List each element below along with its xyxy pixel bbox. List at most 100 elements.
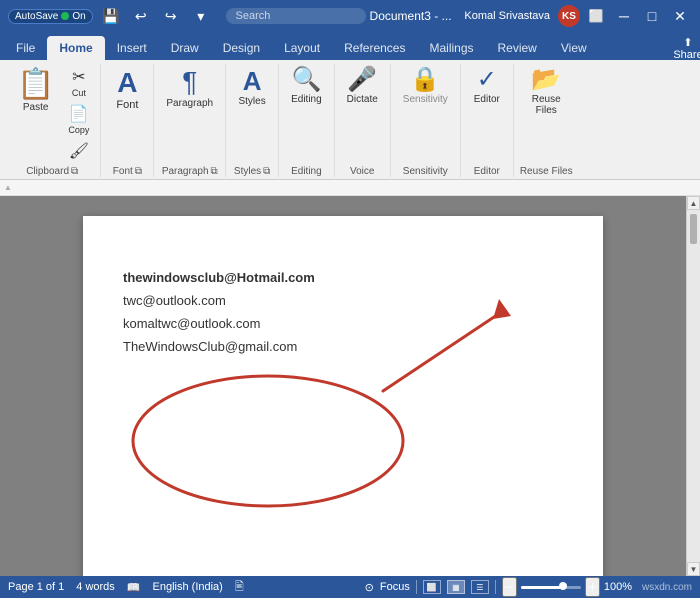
scroll-down-button[interactable]: ▼ <box>687 562 700 576</box>
dictate-label: Dictate <box>347 94 378 105</box>
font-expand-icon[interactable]: ⧉ <box>135 166 142 177</box>
editing-icon: 🔍 <box>291 68 321 92</box>
reuse-files-button[interactable]: 📂 ReuseFiles <box>525 64 567 120</box>
ribbon-group-clipboard: 📋 Paste ✂ Cut 📄 Copy 🖌 Clipboard ⧉ <box>4 64 101 177</box>
email-entry-2: twc@outlook.com <box>123 289 563 312</box>
scroll-up-button[interactable]: ▲ <box>687 196 700 210</box>
autosave-toggle[interactable]: AutoSave On <box>8 9 93 24</box>
reuse-files-content: 📂 ReuseFiles <box>525 64 567 164</box>
tab-insert[interactable]: Insert <box>105 36 159 60</box>
ribbon-toolbar: 📋 Paste ✂ Cut 📄 Copy 🖌 Clipboard ⧉ <box>0 60 700 180</box>
focus-icon[interactable]: ⊙ <box>365 581 374 594</box>
voice-label: Voice <box>350 166 374 177</box>
word-count[interactable]: 4 words <box>76 581 115 593</box>
editing-content: 🔍 Editing <box>285 64 328 164</box>
styles-button[interactable]: A Styles <box>232 64 272 111</box>
share-button[interactable]: ⬆ Share <box>676 36 700 60</box>
copy-label: Copy <box>68 125 89 135</box>
font-label-group: Font ⧉ <box>113 166 142 177</box>
titlebar-center: Document3 - ... <box>226 8 452 24</box>
ribbon-tabs: File Home Insert Draw Design Layout Refe… <box>0 32 700 60</box>
zoom-fill <box>521 586 563 589</box>
dictate-icon: 🎤 <box>347 68 377 92</box>
minimize-button[interactable]: ─ <box>612 4 636 28</box>
document-content: thewindowsclub@Hotmail.com twc@outlook.c… <box>0 196 686 576</box>
ribbon-group-styles: A Styles Styles ⧉ <box>226 64 279 177</box>
tab-view[interactable]: View <box>549 36 599 60</box>
cut-button[interactable]: ✂ Cut <box>63 64 94 101</box>
clipboard-expand-icon[interactable]: ⧉ <box>71 166 78 177</box>
tab-draw[interactable]: Draw <box>159 36 211 60</box>
tab-references[interactable]: References <box>332 36 417 60</box>
reuse-files-label: ReuseFiles <box>532 94 561 116</box>
accessibility-icon[interactable]: 🖹 <box>235 578 244 597</box>
styles-expand-icon[interactable]: ⧉ <box>263 166 270 177</box>
paste-button[interactable]: 📋 Paste <box>10 64 61 116</box>
undo-button[interactable]: ↩ <box>129 4 153 28</box>
editor-button[interactable]: ✓ Editor <box>467 64 507 109</box>
tab-mailings[interactable]: Mailings <box>417 36 485 60</box>
autosave-label: AutoSave <box>15 11 58 22</box>
proofing-icon[interactable]: 📖 <box>127 581 141 594</box>
tab-file[interactable]: File <box>4 36 47 60</box>
editor-label: Editor <box>474 166 500 177</box>
copy-button[interactable]: 📄 Copy <box>63 101 94 138</box>
format-painter-button[interactable]: 🖌 <box>63 138 94 164</box>
editing-label: Editing <box>291 94 322 105</box>
user-avatar[interactable]: KS <box>558 5 580 27</box>
ribbon-group-reuse-files: 📂 ReuseFiles Reuse Files <box>514 64 579 177</box>
user-name: Komal Srivastava <box>464 10 550 22</box>
maximize-button[interactable]: □ <box>640 4 664 28</box>
tab-home[interactable]: Home <box>47 36 104 60</box>
reuse-files-icon: 📂 <box>531 68 561 92</box>
customize-qat-button[interactable]: ▾ <box>189 4 213 28</box>
font-content: A Font <box>107 64 147 164</box>
page-info[interactable]: Page 1 of 1 <box>8 581 64 593</box>
save-button[interactable]: 💾 <box>99 4 123 28</box>
ribbon-display-button[interactable]: ⬜ <box>584 4 608 28</box>
ribbon-group-sensitivity: 🔒 Sensitivity Sensitivity <box>391 64 461 177</box>
language[interactable]: English (India) <box>153 581 223 593</box>
paragraph-button[interactable]: ¶ Paragraph <box>160 64 219 113</box>
styles-content: A Styles <box>232 64 272 164</box>
titlebar: AutoSave On 💾 ↩ ↪ ▾ Document3 - ... Koma… <box>0 0 700 32</box>
editor-icon: ✓ <box>477 68 497 92</box>
clipboard-label: Clipboard ⧉ <box>26 166 78 177</box>
paragraph-icon: ¶ <box>182 68 197 96</box>
zoom-percent[interactable]: 100% <box>604 581 632 593</box>
tab-review[interactable]: Review <box>486 36 549 60</box>
zoom-slider[interactable] <box>521 586 581 589</box>
tab-design[interactable]: Design <box>211 36 272 60</box>
print-layout-button[interactable]: ⬜ <box>423 580 441 594</box>
paste-icon: 📋 <box>17 67 54 102</box>
editor-content: ✓ Editor <box>467 64 507 164</box>
zoom-in-button[interactable]: ＋ <box>585 577 600 597</box>
titlebar-right: Komal Srivastava KS ⬜ ─ □ ✕ <box>464 4 692 28</box>
autosave-toggle-indicator <box>61 12 69 20</box>
document-page: thewindowsclub@Hotmail.com twc@outlook.c… <box>83 216 603 576</box>
ruler: ▲ <box>0 180 700 196</box>
cut-label: Cut <box>72 88 86 98</box>
paragraph-expand-icon[interactable]: ⧉ <box>211 166 218 177</box>
ribbon-group-font: A Font Font ⧉ <box>101 64 154 177</box>
editing-button[interactable]: 🔍 Editing <box>285 64 328 109</box>
web-layout-button[interactable]: ▦ <box>447 580 465 594</box>
email-list: thewindowsclub@Hotmail.com twc@outlook.c… <box>123 266 563 358</box>
focus-label[interactable]: Focus <box>380 581 410 593</box>
zoom-out-button[interactable]: － <box>502 577 517 597</box>
document-area: thewindowsclub@Hotmail.com twc@outlook.c… <box>0 196 700 576</box>
editing-label-group: Editing <box>291 166 322 177</box>
tab-layout[interactable]: Layout <box>272 36 332 60</box>
close-button[interactable]: ✕ <box>668 4 692 28</box>
sensitivity-button[interactable]: 🔒 Sensitivity <box>397 64 454 109</box>
format-painter-icon: 🖌 <box>69 141 89 161</box>
read-view-button[interactable]: ☰ <box>471 580 489 594</box>
scroll-thumb[interactable] <box>690 214 697 244</box>
font-button[interactable]: A Font <box>107 64 147 116</box>
statusbar-divider <box>416 580 417 594</box>
title-search-input[interactable] <box>226 8 366 24</box>
dictate-button[interactable]: 🎤 Dictate <box>341 64 384 109</box>
paragraph-label-group: Paragraph ⧉ <box>162 166 218 177</box>
website-label: wsxdn.com <box>642 582 692 593</box>
redo-button[interactable]: ↪ <box>159 4 183 28</box>
